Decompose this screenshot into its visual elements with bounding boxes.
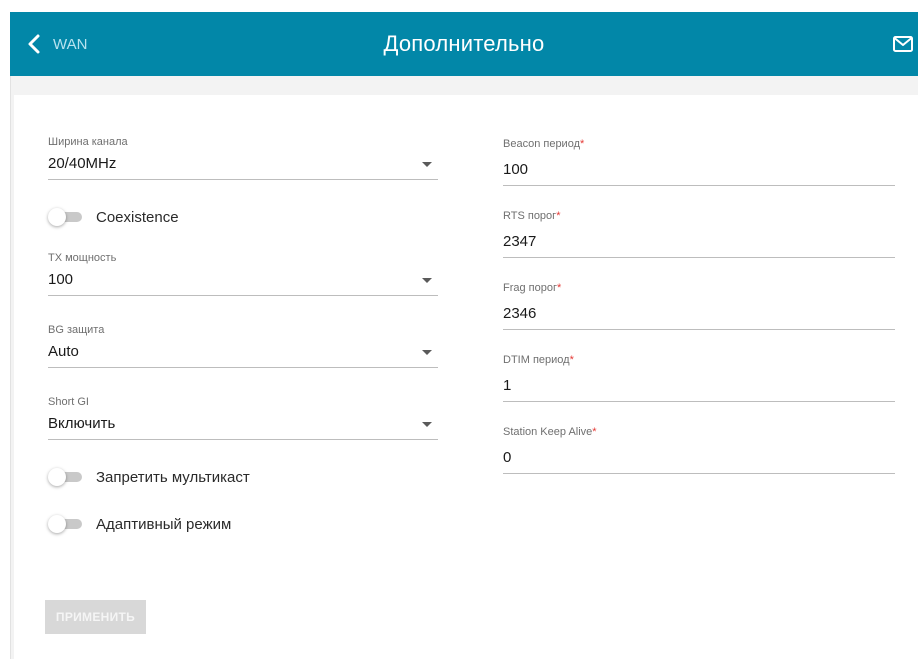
disable-multicast-toggle[interactable]: Запретить мультикаст	[48, 465, 250, 489]
adaptive-mode-toggle[interactable]: Адаптивный режим	[48, 512, 231, 536]
apply-button[interactable]: ПРИМЕНИТЬ	[45, 600, 146, 634]
page-title: Дополнительно	[383, 31, 545, 56]
caret-down-icon	[422, 278, 432, 283]
dtim-period-label: DTIM период*	[503, 354, 574, 366]
station-keep-alive-input[interactable]: 0	[503, 443, 895, 474]
rts-threshold-field: RTS порог* 2347	[503, 209, 895, 258]
tx-power-select[interactable]: TX мощность 100	[48, 251, 438, 296]
tx-power-value[interactable]: 100	[48, 265, 438, 296]
bg-protection-value[interactable]: Auto	[48, 337, 438, 368]
short-gi-select[interactable]: Short GI Включить	[48, 395, 438, 440]
caret-down-icon	[422, 422, 432, 427]
frag-threshold-field: Frag порог* 2346	[503, 281, 895, 330]
bg-protection-text: Auto	[48, 343, 79, 360]
caret-down-icon	[422, 162, 432, 167]
caret-down-icon	[422, 350, 432, 355]
channel-width-label: Ширина канала	[48, 136, 128, 148]
beacon-period-field: Beacon период* 100	[503, 137, 895, 186]
channel-width-select[interactable]: Ширина канала 20/40MHz	[48, 135, 438, 180]
bg-protection-select[interactable]: BG защита Auto	[48, 323, 438, 368]
frag-threshold-label: Frag порог*	[503, 282, 562, 294]
toggle-switch[interactable]	[48, 515, 82, 533]
short-gi-text: Включить	[48, 415, 116, 432]
channel-width-text: 20/40MHz	[48, 155, 117, 172]
adaptive-mode-label: Адаптивный режим	[96, 515, 232, 533]
toggle-switch[interactable]	[48, 208, 82, 226]
beacon-period-label: Beacon период*	[503, 138, 585, 150]
bg-protection-label: BG защита	[48, 324, 105, 336]
coexistence-toggle[interactable]: Coexistence	[48, 205, 179, 229]
coexistence-label: Coexistence	[96, 208, 179, 226]
header-bar: WAN Дополнительно	[10, 12, 918, 76]
short-gi-label: Short GI	[48, 396, 89, 408]
dtim-period-field: DTIM период* 1	[503, 353, 895, 402]
rts-threshold-input[interactable]: 2347	[503, 227, 895, 258]
dtim-period-input[interactable]: 1	[503, 371, 895, 402]
station-keep-alive-field: Station Keep Alive* 0	[503, 425, 895, 474]
short-gi-value[interactable]: Включить	[48, 409, 438, 440]
tx-power-text: 100	[48, 271, 74, 288]
station-keep-alive-label: Station Keep Alive*	[503, 426, 597, 438]
beacon-period-input[interactable]: 100	[503, 155, 895, 186]
frag-threshold-input[interactable]: 2346	[503, 299, 895, 330]
channel-width-value[interactable]: 20/40MHz	[48, 149, 438, 180]
rts-threshold-label: RTS порог*	[503, 210, 561, 222]
toggle-switch[interactable]	[48, 468, 82, 486]
mail-icon[interactable]	[892, 34, 914, 54]
disable-multicast-label: Запретить мультикаст	[96, 468, 250, 486]
tx-power-label: TX мощность	[48, 252, 117, 264]
